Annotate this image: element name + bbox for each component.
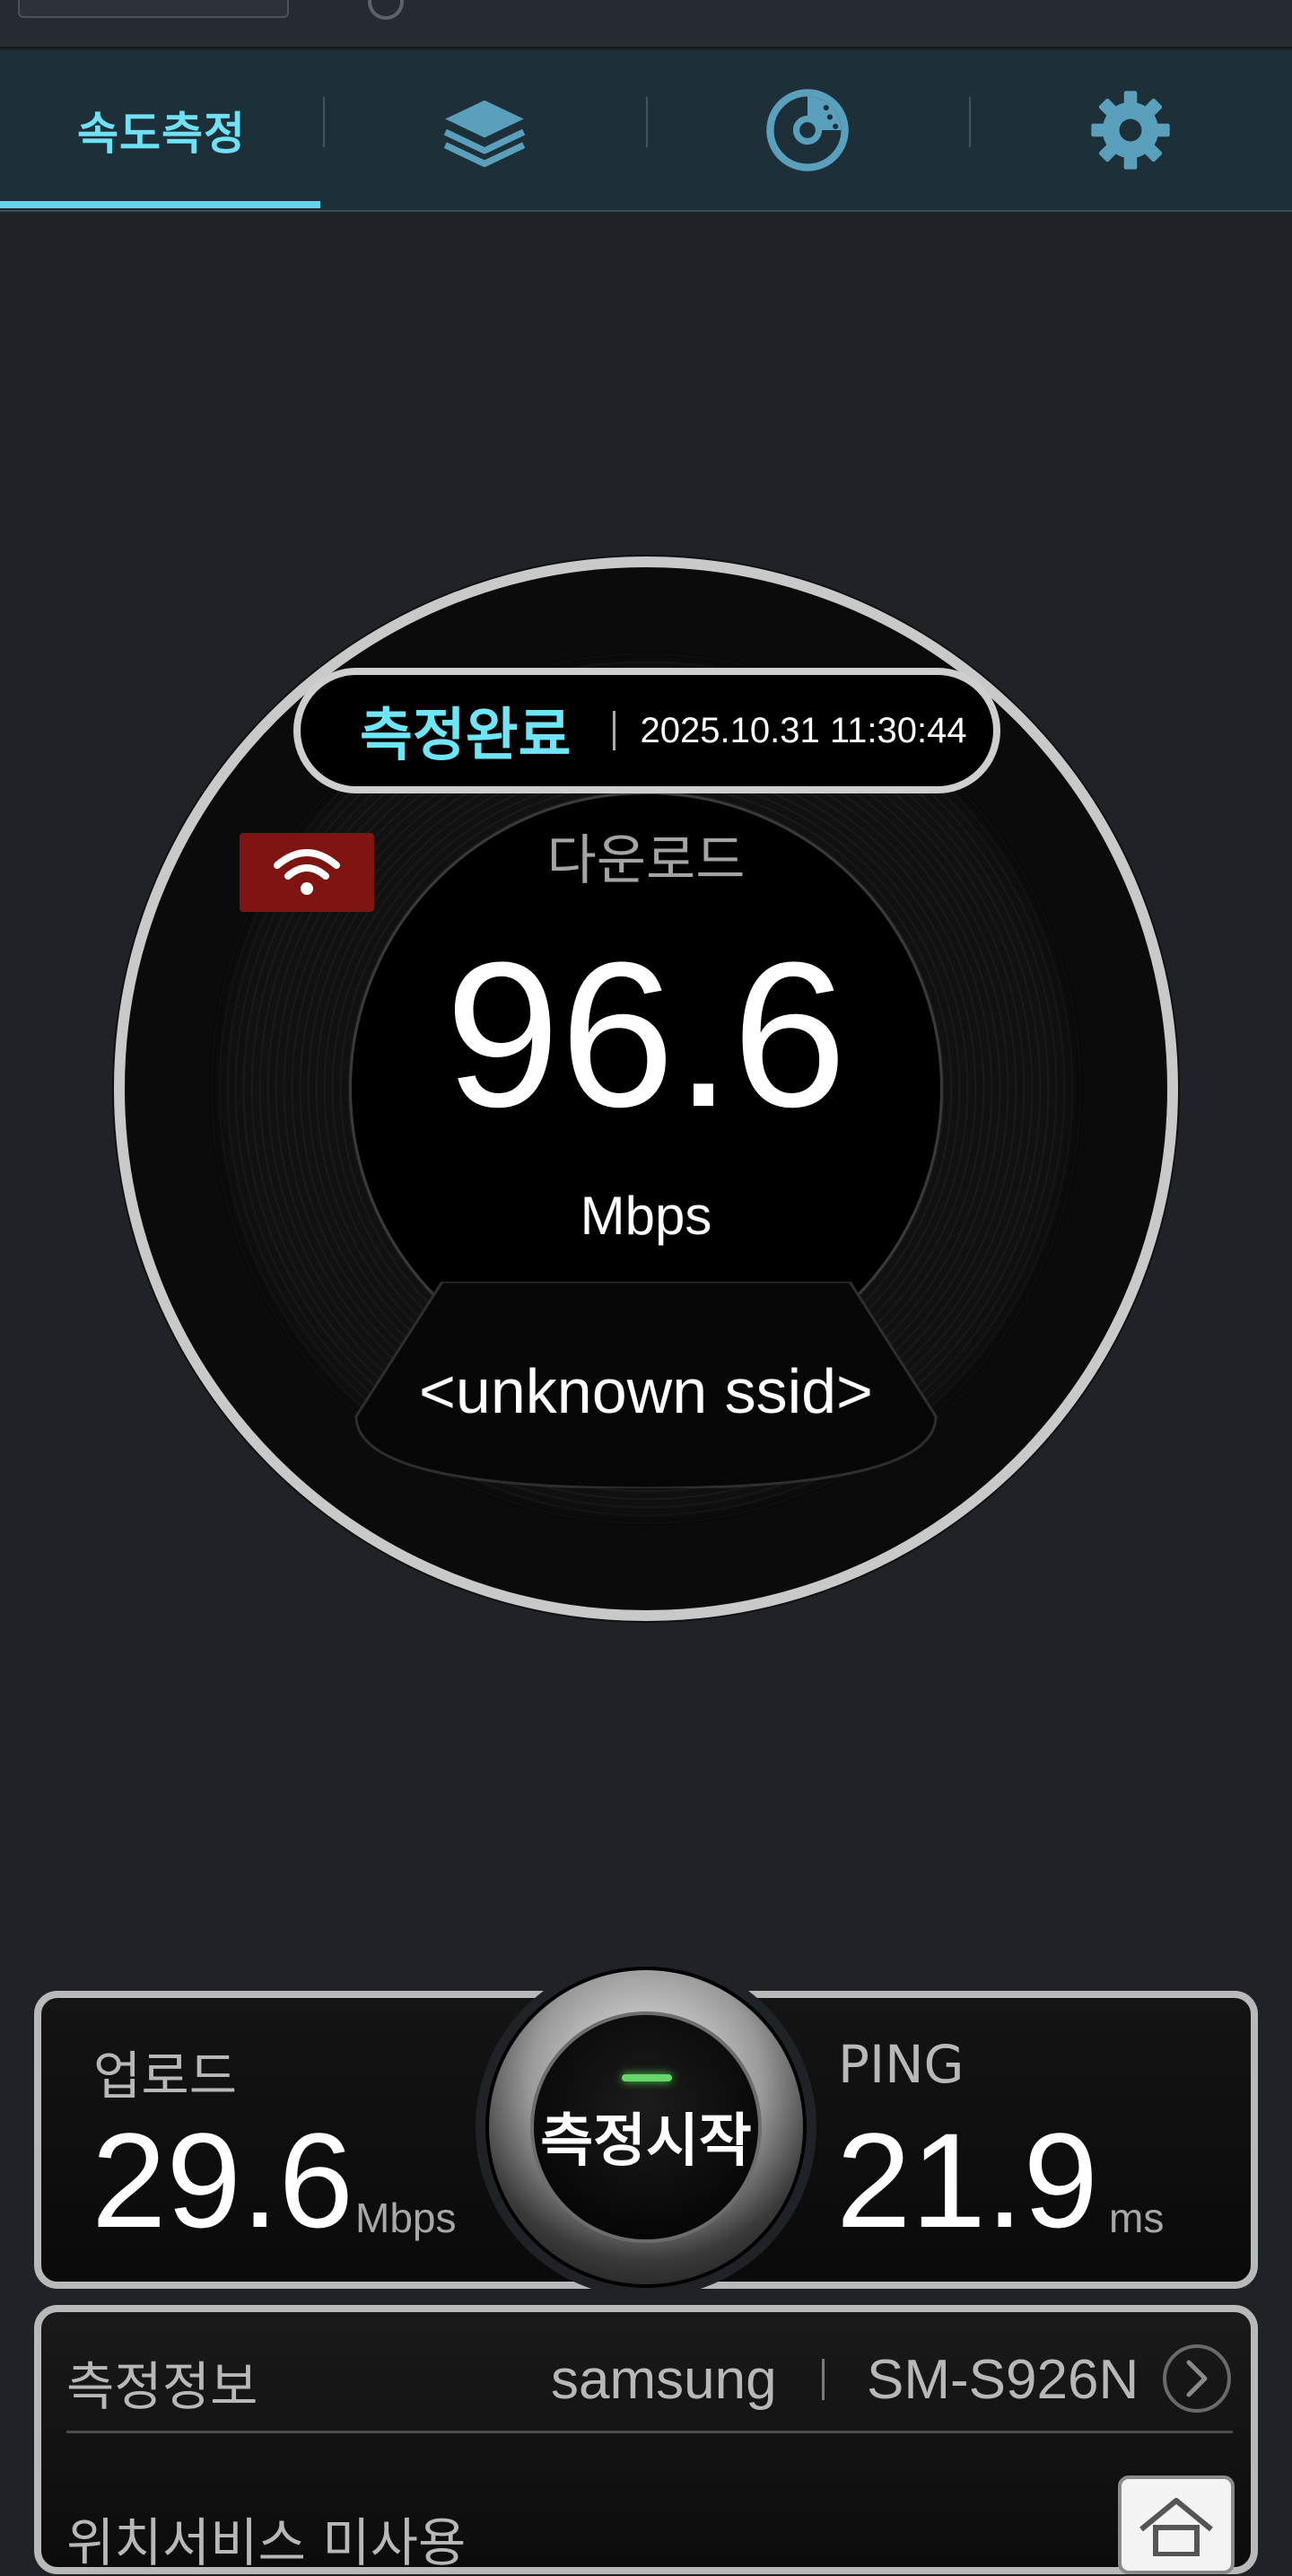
- status-separator: [612, 711, 615, 750]
- home-button[interactable]: [1118, 2475, 1235, 2574]
- download-value: 96.6: [445, 919, 847, 1150]
- ping-label: PING: [838, 2034, 965, 2095]
- measurement-status: 측정완료: [360, 703, 572, 769]
- status-pill: 측정완료 2025.10.31 11:30:44: [293, 668, 1000, 793]
- download-unit: Mbps: [580, 1186, 712, 1246]
- app-frame-stub: [18, 0, 289, 18]
- upload-unit: Mbps: [355, 2195, 457, 2241]
- chevron-right-icon: [1186, 2360, 1208, 2397]
- device-model: SM-S926N: [867, 2349, 1139, 2411]
- status-led: [622, 2074, 672, 2081]
- info-separator: [822, 2359, 825, 2400]
- ssid-label: <unknown ssid>: [419, 1356, 873, 1426]
- top-status-strip: [0, 0, 1292, 48]
- location-service-status: 위치서비스 미사용: [66, 2512, 467, 2573]
- ping-unit: ms: [1109, 2195, 1165, 2241]
- home-icon: [1139, 2498, 1213, 2556]
- upload-label: 업로드: [93, 2046, 238, 2107]
- download-label: 다운로드: [546, 829, 746, 892]
- tab-speed-test-label: 속도측정: [77, 108, 246, 160]
- device-maker: samsung: [551, 2349, 777, 2411]
- start-button-bezel: 측정시작: [476, 1957, 816, 2298]
- layers-icon: [443, 100, 526, 168]
- info-title: 측정정보: [66, 2356, 258, 2417]
- ping-value: 21.9: [836, 2105, 1098, 2256]
- upload-value: 29.6: [92, 2105, 354, 2256]
- measurement-datetime: 2025.10.31 11:30:44: [640, 710, 967, 750]
- tab-settings[interactable]: [969, 50, 1292, 210]
- speed-gauge: 측정완료 2025.10.31 11:30:44 다운로드 96.6 Mbps …: [114, 556, 1178, 1621]
- tab-bar: 속도측정: [0, 50, 1292, 212]
- start-measurement-button[interactable]: 측정시작: [489, 1970, 803, 2284]
- start-button-label: 측정시작: [540, 2108, 752, 2175]
- measurement-info-panel: 측정정보 samsung SM-S926N 위치서비스 미사용: [34, 2305, 1258, 2574]
- tab-analysis[interactable]: [646, 50, 969, 210]
- tab-layers[interactable]: [323, 50, 646, 210]
- start-button-face: 측정시작: [530, 2011, 762, 2243]
- disc-chart-icon: [766, 89, 849, 171]
- info-divider: [66, 2431, 1233, 2433]
- tab-speed-test[interactable]: 속도측정: [0, 50, 323, 210]
- info-detail-button[interactable]: [1163, 2344, 1231, 2413]
- gear-icon: [1091, 91, 1170, 170]
- status-dot-icon: [368, 0, 404, 20]
